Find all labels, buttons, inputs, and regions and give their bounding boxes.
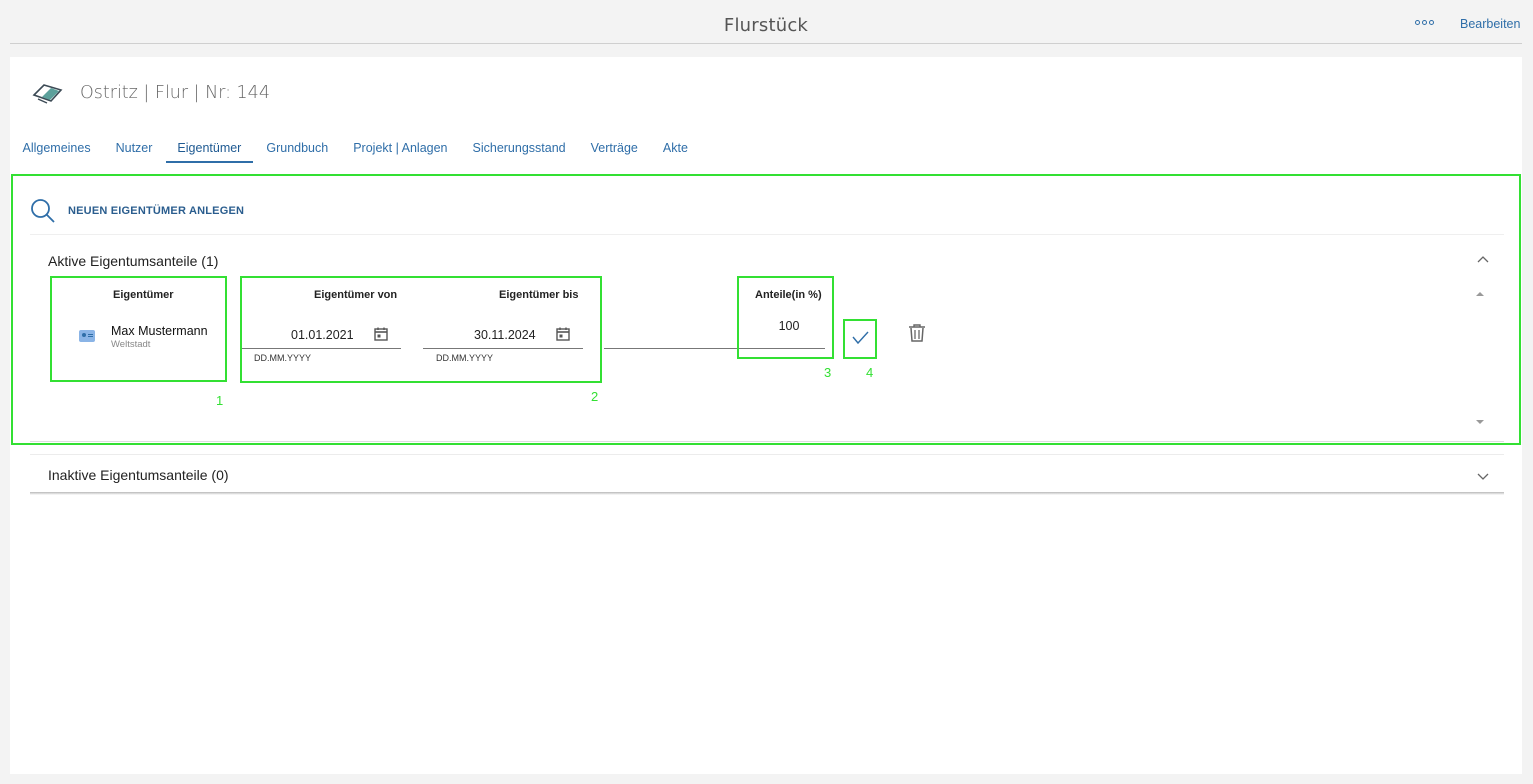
owners-content: NEUEN EIGENTÜMER ANLEGEN Aktive Eigentum… — [10, 163, 1522, 774]
inactive-shares-title[interactable]: Inaktive Eigentumsanteile (0) — [48, 467, 229, 483]
tab-bar: Allgemeines Nutzer Eigentümer Grundbuch … — [10, 139, 700, 163]
top-bar: Flurstück Bearbeiten — [10, 0, 1522, 44]
tab-grundbuch[interactable]: Grundbuch — [254, 139, 341, 163]
tab-allgemeines[interactable]: Allgemeines — [10, 139, 103, 163]
tab-nutzer[interactable]: Nutzer — [103, 139, 165, 163]
tab-sicherungsstand[interactable]: Sicherungsstand — [460, 139, 578, 163]
annotation-number: 2 — [591, 389, 599, 404]
record-header-card: Ostritz | Flur | Nr: 144 Allgemeines Nut… — [10, 57, 1522, 163]
more-options-icon[interactable] — [1415, 17, 1435, 27]
annotation-number: 4 — [866, 365, 874, 380]
highlight-box-3 — [737, 276, 834, 359]
record-heading: Ostritz | Flur | Nr: 144 — [80, 83, 270, 103]
tab-vertraege[interactable]: Verträge — [578, 139, 650, 163]
panel-shadow — [30, 492, 1504, 495]
annotation-number: 3 — [824, 365, 832, 380]
tab-projekt-anlagen[interactable]: Projekt | Anlagen — [341, 139, 460, 163]
highlight-box-1 — [50, 276, 227, 382]
chevron-down-icon[interactable] — [1477, 473, 1489, 481]
edit-link[interactable]: Bearbeiten — [1460, 17, 1520, 31]
highlight-box-4 — [843, 319, 877, 359]
annotation-number: 1 — [216, 393, 224, 408]
panel-divider — [30, 454, 1504, 455]
highlight-box-2 — [240, 276, 602, 383]
tab-eigentuemer[interactable]: Eigentümer — [165, 139, 254, 163]
page-title: Flurstück — [723, 15, 809, 36]
tab-akte[interactable]: Akte — [650, 139, 700, 163]
parcel-map-icon — [32, 84, 63, 104]
